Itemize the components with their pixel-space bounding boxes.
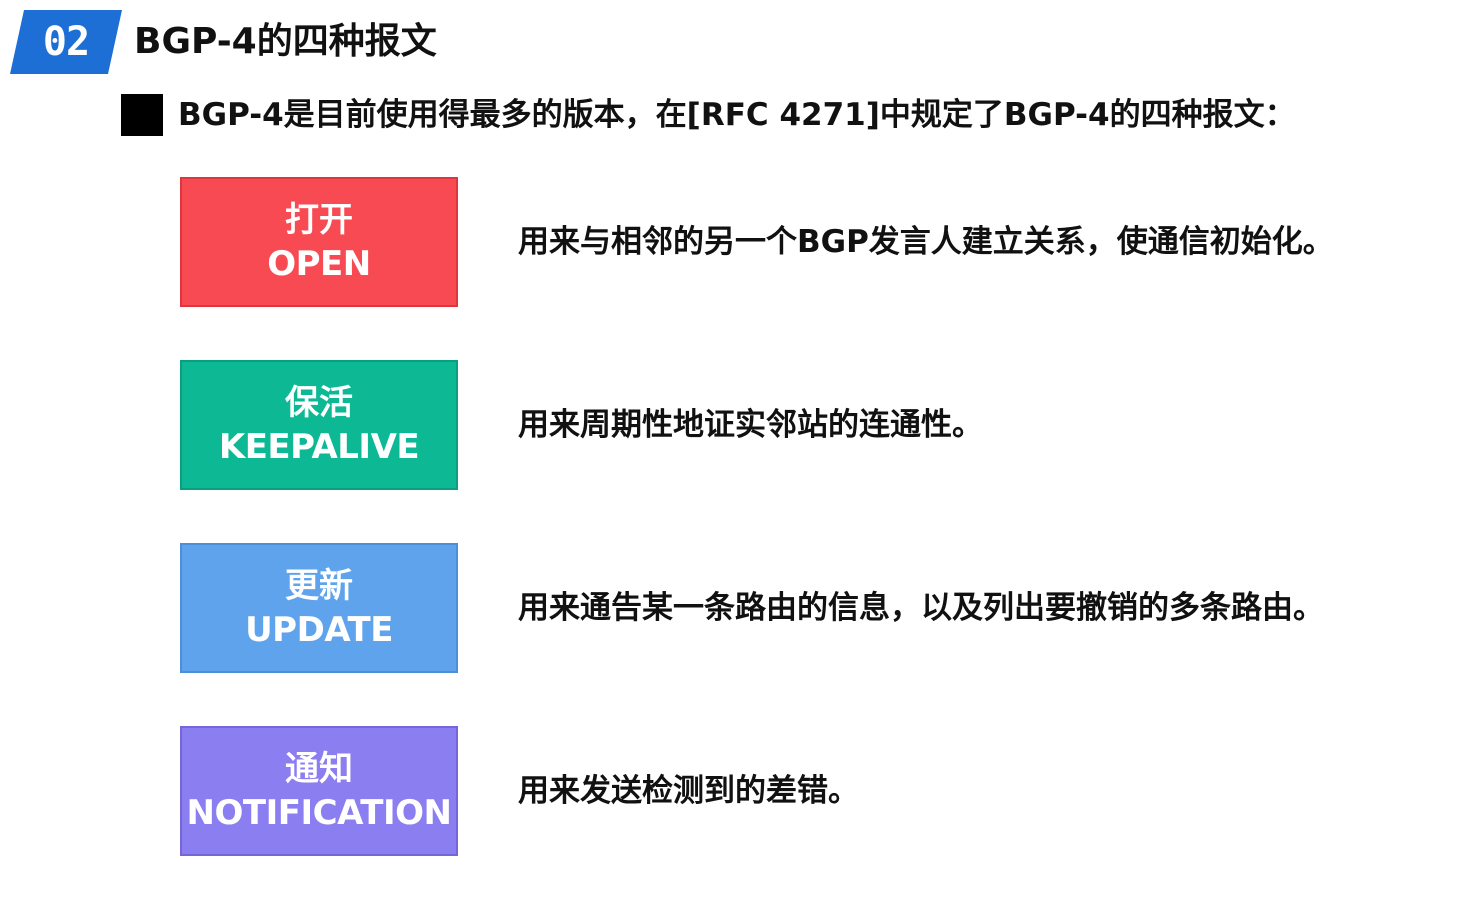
open-description: 用来与相邻的另一个BGP发言人建立关系，使通信初始化。 — [518, 224, 1334, 260]
keepalive-label-en: KEEPALIVE — [218, 427, 420, 467]
update-message-box: 更新 UPDATE — [180, 543, 458, 673]
update-label-en: UPDATE — [245, 610, 393, 650]
keepalive-label-cn: 保活 — [285, 383, 353, 423]
open-label-cn: 打开 — [285, 200, 353, 240]
update-description: 用来通告某一条路由的信息，以及列出要撤销的多条路由。 — [518, 590, 1324, 626]
notification-description: 用来发送检测到的差错。 — [518, 773, 859, 809]
bullet-square-icon — [121, 94, 163, 136]
notification-label-cn: 通知 — [285, 749, 353, 789]
notification-message-box: 通知 NOTIFICATION — [180, 726, 458, 856]
section-title: BGP-4的四种报文 — [134, 21, 437, 62]
keepalive-description: 用来周期性地证实邻站的连通性。 — [518, 407, 983, 443]
intro-text: BGP-4是目前使用得最多的版本，在[RFC 4271]中规定了BGP-4的四种… — [178, 97, 1296, 133]
keepalive-message-box: 保活 KEEPALIVE — [180, 360, 458, 490]
notification-label-en: NOTIFICATION — [186, 793, 452, 833]
open-label-en: OPEN — [267, 244, 371, 284]
open-message-box: 打开 OPEN — [180, 177, 458, 307]
update-label-cn: 更新 — [285, 566, 353, 606]
section-number: 02 — [42, 19, 90, 65]
section-number-badge: 02 — [10, 10, 122, 74]
